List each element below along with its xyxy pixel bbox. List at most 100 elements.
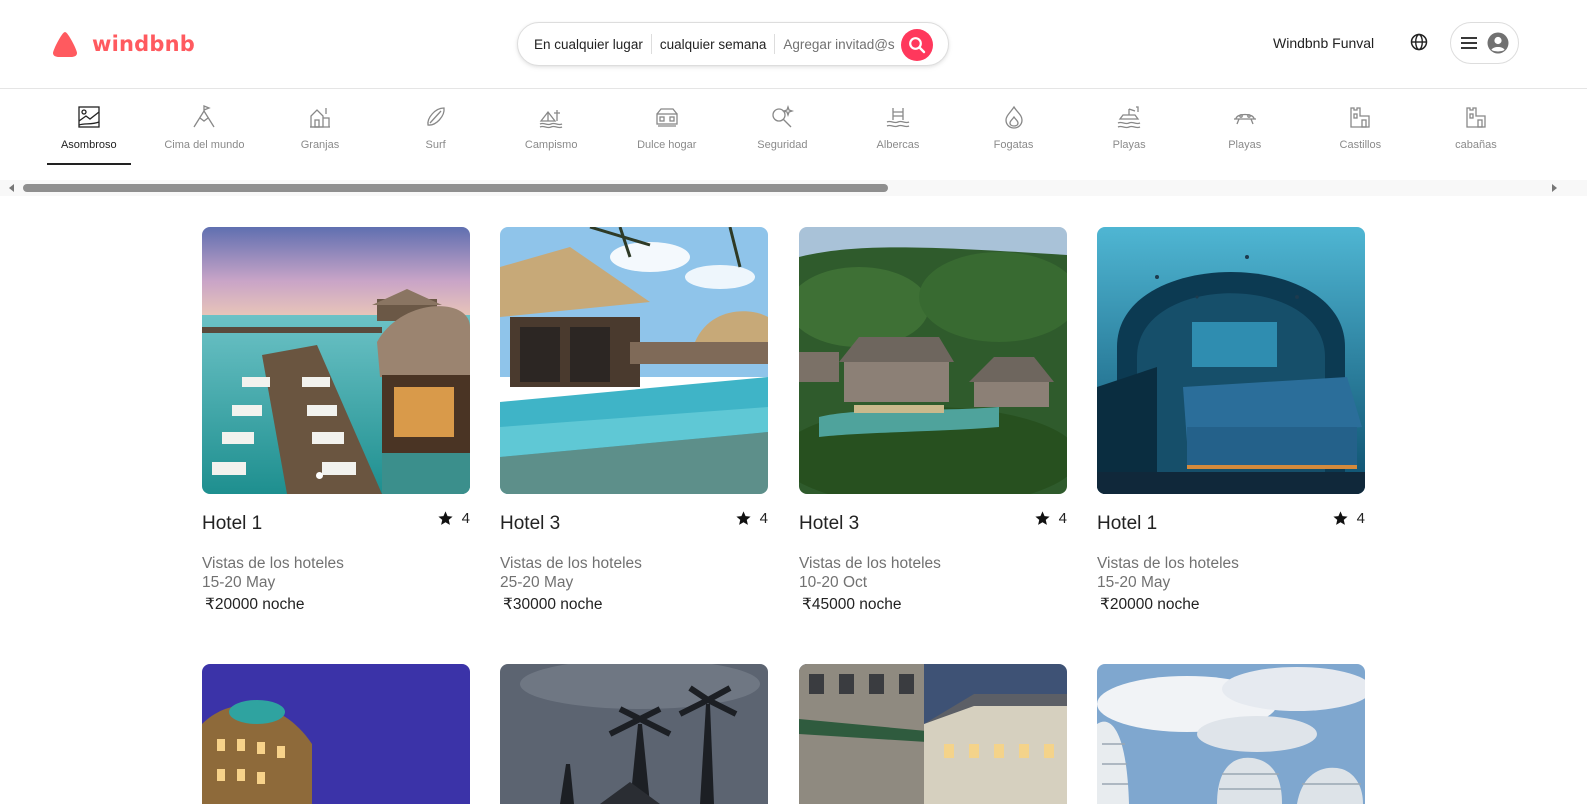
beach-icon (1117, 106, 1141, 129)
top-header: windbnb En cualquier lugar cualquier sem… (0, 0, 1587, 89)
category-seguridad[interactable]: Seguridad (725, 96, 841, 165)
location-filter[interactable]: En cualquier lugar (518, 37, 651, 52)
listing-card[interactable]: Hotel 3 4 Vistas de los hoteles 25-20 Ma… (500, 227, 768, 613)
listing-photo[interactable] (1097, 664, 1365, 804)
boat-icon (1233, 113, 1256, 125)
search-button[interactable] (901, 29, 933, 61)
category-label: Castillos (1339, 139, 1382, 151)
star-icon (736, 511, 751, 525)
listing-photo[interactable] (799, 227, 1067, 494)
category-label: Surf (425, 139, 446, 151)
category-label: Fogatas (993, 139, 1034, 151)
week-filter[interactable]: cualquier semana (652, 37, 775, 52)
rating-value: 4 (1058, 510, 1067, 527)
listing-description: Vistas de los hoteles (799, 555, 941, 572)
listing-dates: 15-20 May (1097, 574, 1171, 591)
category-cabanas[interactable]: cabañas (1418, 96, 1534, 165)
star-icon (1333, 511, 1348, 525)
listing-title: Hotel 3 (799, 513, 860, 534)
carousel-dot[interactable] (316, 472, 323, 479)
category-label: Playas (1228, 139, 1262, 151)
listing-rating: 4 (1332, 510, 1365, 527)
listing-photo[interactable] (500, 664, 768, 804)
listing-price: ₹20000 noche (1100, 595, 1200, 614)
security-icon (772, 104, 795, 128)
hamburger-icon (1461, 37, 1477, 49)
category-fogatas[interactable]: Fogatas (956, 96, 1072, 165)
scrollbar-thumb[interactable] (23, 184, 888, 192)
category-label: cabañas (1455, 139, 1497, 151)
listing-dates: 10-20 Oct (799, 574, 868, 591)
price-amount: ₹20000 (1100, 596, 1153, 613)
category-label: Granjas (300, 139, 340, 151)
category-dulce-hogar[interactable]: Dulce hogar (609, 96, 725, 165)
listing-rating: 4 (437, 510, 470, 527)
category-granjas[interactable]: Granjas (262, 96, 378, 165)
guests-filter[interactable]: Agregar invitad@s (775, 37, 902, 52)
city-hotel-photo (799, 664, 1067, 804)
host-link[interactable]: Windbnb Funval (1273, 35, 1374, 51)
overwater-villa-photo (202, 227, 470, 494)
price-unit: noche (560, 596, 603, 613)
brand-logo[interactable]: windbnb (50, 30, 195, 58)
listing-price: ₹20000 noche (205, 595, 305, 614)
user-avatar-icon (1487, 32, 1509, 54)
listing-photo[interactable] (202, 664, 470, 804)
category-label: Albercas (876, 139, 920, 151)
category-cima-del-mundo[interactable]: Cima del mundo (147, 96, 263, 165)
listing-photo[interactable] (202, 227, 470, 494)
category-label: Playas (1112, 139, 1146, 151)
category-campismo[interactable]: Campismo (493, 96, 609, 165)
price-amount: ₹45000 (802, 596, 855, 613)
price-amount: ₹20000 (205, 596, 258, 613)
home-icon (656, 108, 678, 127)
listing-photo[interactable] (1097, 227, 1365, 494)
listing-rating: 4 (735, 510, 768, 527)
star-icon (1035, 511, 1050, 525)
category-label: Seguridad (757, 139, 808, 151)
category-surf[interactable]: Surf (378, 96, 494, 165)
listing-card[interactable]: Hotel 1 4 Vistas de los hoteles 15-20 Ma… (1097, 227, 1365, 613)
map-icon (78, 106, 100, 128)
globe-icon[interactable] (1409, 32, 1429, 52)
pool-icon (886, 108, 910, 128)
search-bar[interactable]: En cualquier lugar cualquier semana Agre… (517, 22, 949, 66)
user-menu-button[interactable] (1450, 22, 1519, 64)
listing-card[interactable]: Hotel 1 4 Vistas de los hoteles 15-20 Ma… (202, 227, 470, 613)
category-scrollbar[interactable] (0, 180, 1587, 196)
category-albercas[interactable]: Albercas (840, 96, 956, 165)
jungle-resort-photo (799, 227, 1067, 494)
listing-description: Vistas de los hoteles (202, 555, 344, 572)
star-icon (438, 511, 453, 525)
palm-resort-photo (500, 664, 768, 804)
category-playas[interactable]: Playas (1071, 96, 1187, 165)
category-castillos[interactable]: Castillos (1303, 96, 1419, 165)
underwater-suite-photo (1097, 227, 1365, 494)
scroll-left-arrow-icon[interactable] (9, 184, 14, 192)
listing-description: Vistas de los hoteles (500, 555, 642, 572)
category-bar: Asombroso Cima del mundo Granjas Surf Ca… (31, 96, 1534, 168)
listing-title: Hotel 1 (202, 513, 263, 534)
fire-icon (1004, 105, 1023, 129)
scroll-right-arrow-icon[interactable] (1552, 184, 1557, 192)
castle-icon (1350, 107, 1370, 128)
listing-photo[interactable] (500, 227, 768, 494)
listing-card[interactable]: Hotel 3 4 Vistas de los hoteles 10-20 Oc… (799, 227, 1067, 613)
listing-title: Hotel 3 (500, 513, 561, 534)
camping-icon (539, 110, 563, 129)
category-label: Campismo (524, 139, 578, 151)
listing-photo[interactable] (799, 664, 1067, 804)
cabin-icon (1466, 107, 1486, 128)
search-icon (909, 37, 926, 54)
brand-name: windbnb (92, 32, 195, 56)
summit-icon (193, 105, 215, 128)
farm-icon (309, 108, 330, 128)
listing-dates: 15-20 May (202, 574, 276, 591)
price-amount: ₹30000 (503, 596, 556, 613)
listing-title: Hotel 1 (1097, 513, 1158, 534)
category-asombroso[interactable]: Asombroso (31, 96, 147, 165)
category-playas-2[interactable]: Playas (1187, 96, 1303, 165)
rating-value: 4 (1356, 510, 1365, 527)
modern-towers-photo (1097, 664, 1365, 804)
surfboard-icon (426, 107, 445, 126)
